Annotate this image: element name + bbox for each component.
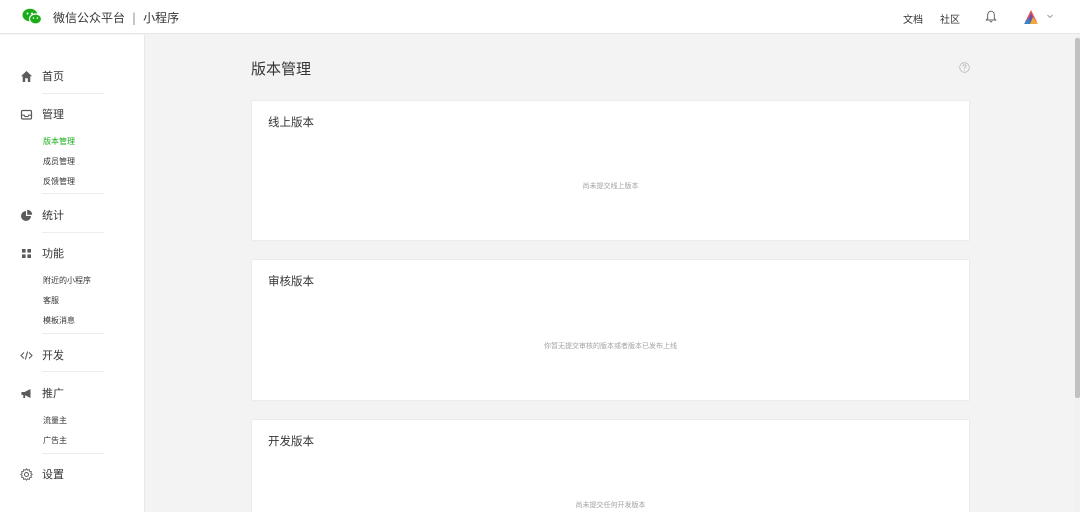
sidebar-item-stats[interactable]: 统计: [20, 207, 64, 223]
inbox-icon: [20, 109, 33, 120]
divider: [42, 93, 104, 94]
page-title: 版本管理: [251, 60, 312, 78]
product-name: 小程序: [143, 11, 180, 25]
bell-icon[interactable]: [985, 10, 997, 23]
sidebar-item-label: 功能: [42, 247, 64, 260]
chevron-down-icon[interactable]: [1046, 12, 1054, 20]
sidebar-item-manage[interactable]: 管理: [20, 106, 64, 122]
online-version-card: 线上版本 尚未提交线上版本: [251, 100, 970, 241]
divider: [42, 232, 104, 233]
empty-state-text: 你暂无提交审核的版本或者版本已发布上线: [544, 342, 677, 350]
empty-state-text: 尚未提交线上版本: [582, 182, 639, 190]
wechat-logo-icon[interactable]: [22, 8, 42, 25]
scrollbar-thumb[interactable]: [1075, 38, 1080, 398]
review-version-card: 审核版本 你暂无提交审核的版本或者版本已发布上线: [251, 259, 970, 401]
gear-icon: [20, 467, 33, 481]
empty-state-text: 尚未提交任何开发版本: [575, 501, 646, 509]
sidebar-item-home[interactable]: 首页: [20, 68, 64, 84]
card-title: 线上版本: [268, 115, 314, 129]
community-link[interactable]: 社区: [940, 11, 960, 26]
help-icon[interactable]: [959, 62, 970, 73]
sidebar-item-template-message[interactable]: 模板消息: [43, 315, 75, 326]
top-bar: 微信公众平台 | 小程序 文档 社区: [0, 0, 1080, 34]
sidebar-item-label: 统计: [42, 209, 64, 222]
development-version-card: 开发版本 尚未提交任何开发版本: [251, 419, 970, 512]
sidebar-item-settings[interactable]: 设置: [20, 466, 64, 482]
sidebar-item-label: 开发: [42, 349, 64, 362]
divider: [42, 371, 104, 372]
sidebar-item-advertiser[interactable]: 广告主: [43, 435, 67, 446]
code-icon: [20, 350, 33, 360]
sidebar-item-traffic-owner[interactable]: 流量主: [43, 415, 67, 426]
divider: [42, 193, 104, 194]
pie-chart-icon: [21, 209, 33, 221]
home-icon: [21, 70, 32, 82]
sidebar-item-customer-service[interactable]: 客服: [43, 295, 59, 306]
brand: 微信公众平台 | 小程序: [53, 9, 179, 26]
sidebar-item-label: 首页: [42, 70, 64, 83]
sidebar-item-nearby-miniprogram[interactable]: 附近的小程序: [43, 275, 91, 286]
sidebar-item-promote[interactable]: 推广: [20, 385, 64, 401]
divider: [42, 453, 104, 454]
card-title: 审核版本: [268, 274, 314, 288]
avatar[interactable]: [1023, 9, 1039, 25]
brand-separator: |: [132, 10, 137, 25]
sidebar-item-develop[interactable]: 开发: [20, 347, 64, 363]
sidebar-item-feedback-management[interactable]: 反馈管理: [43, 176, 75, 187]
megaphone-icon: [21, 388, 31, 398]
brand-name[interactable]: 微信公众平台: [53, 9, 125, 26]
sidebar-item-features[interactable]: 功能: [20, 245, 64, 261]
grid-icon: [22, 248, 31, 258]
sidebar-item-label: 推广: [42, 387, 64, 400]
card-title: 开发版本: [268, 434, 314, 448]
sidebar-item-label: 设置: [42, 468, 64, 481]
sidebar-item-version-management[interactable]: 版本管理: [43, 136, 75, 147]
docs-link[interactable]: 文档: [903, 11, 923, 26]
sidebar-item-label: 管理: [42, 108, 64, 121]
sidebar: 首页 管理 版本管理 成员管理 反馈管理 统计 功能 附近的小程序 客服 模板消…: [0, 35, 145, 512]
sidebar-item-member-management[interactable]: 成员管理: [43, 156, 75, 167]
divider: [42, 333, 104, 334]
